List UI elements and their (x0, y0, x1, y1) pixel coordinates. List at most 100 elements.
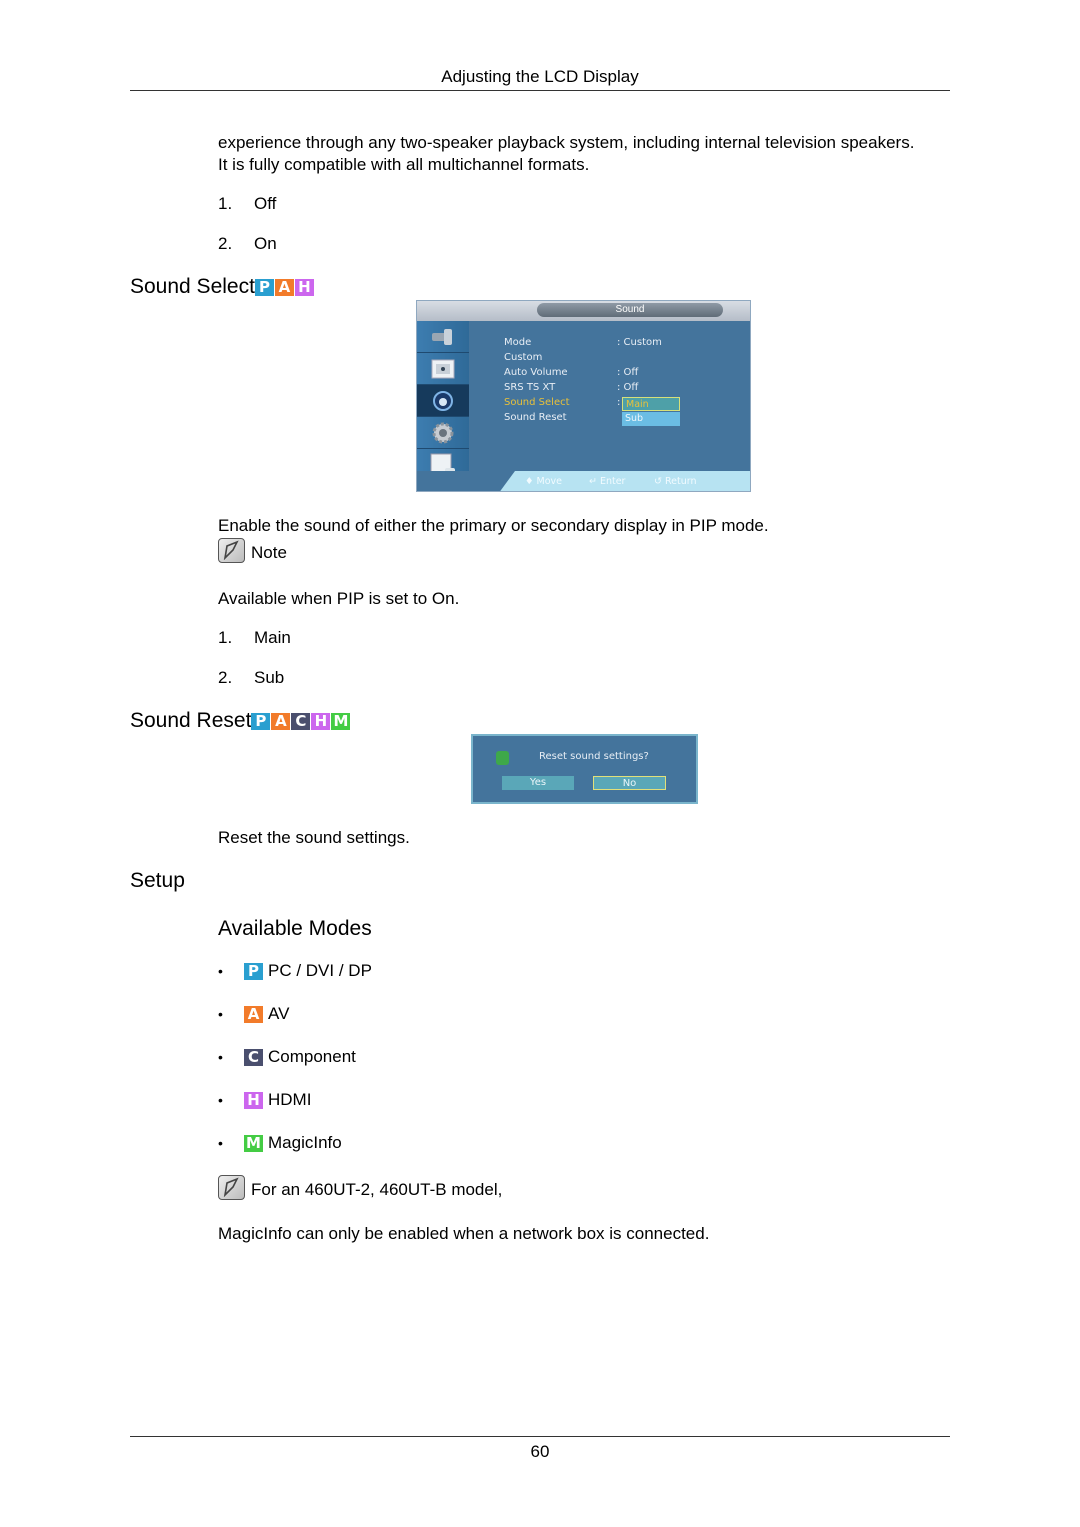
mode-badge-c-icon: C (291, 712, 311, 730)
osd-footer-notch (417, 471, 515, 491)
option-item: 2. On (218, 234, 277, 254)
mode-label: Component (268, 1047, 356, 1066)
osd-return-hint: ↺ Return (654, 476, 697, 487)
mode-label: MagicInfo (268, 1133, 342, 1152)
osd-menu-value: : Custom (617, 337, 662, 348)
dropdown-option-sub[interactable]: Sub (622, 412, 680, 426)
option-label: Off (254, 194, 277, 213)
option-number: 1. (218, 628, 233, 647)
mode-badge-a-icon: A (274, 278, 294, 296)
setup-heading: Setup (130, 869, 185, 892)
no-button[interactable]: No (593, 776, 666, 790)
mode-badge-h-icon: H (294, 278, 314, 296)
dialog-message: Reset sound settings? (539, 751, 649, 762)
intro-paragraph: experience through any two-speaker playb… (218, 132, 914, 176)
mode-label: PC / DVI / DP (268, 961, 372, 980)
osd-menu-value: : Off (617, 367, 639, 378)
osd-move-hint: ♦ Move (525, 476, 562, 487)
osd-menu-item[interactable]: Mode (504, 337, 531, 348)
reset-confirm-dialog: Reset sound settings? Yes No (471, 734, 698, 804)
return-icon: ↺ (654, 476, 662, 487)
magicinfo-note: MagicInfo can only be enabled when a net… (218, 1223, 709, 1245)
enter-icon: ↵ (589, 476, 597, 487)
note-text: Available when PIP is set to On. (218, 589, 460, 608)
bullet: • (218, 1092, 223, 1108)
osd-menu-value: : (617, 397, 621, 408)
mode-badge-p-icon: P (254, 278, 274, 296)
osd-sidebar (417, 321, 469, 481)
page-number: 60 (530, 1442, 550, 1461)
option-item: 2. Sub (218, 668, 284, 688)
sound-icon[interactable] (417, 385, 469, 417)
mode-label: AV (268, 1004, 290, 1023)
mode-badge-h-icon: H (244, 1091, 263, 1109)
osd-menu-value: : Off (617, 382, 639, 393)
intro-line-1: experience through any two-speaker playb… (218, 133, 915, 152)
sound-select-description: Enable the sound of either the primary o… (218, 516, 769, 535)
osd-sound-menu: Sound Mode : Custom Custom Auto Volume : Off… (416, 300, 751, 492)
option-number: 2. (218, 234, 233, 253)
mode-badge-h-icon: H (311, 712, 331, 730)
dropdown-option-main[interactable]: Main (622, 397, 680, 411)
model-note-callout: For an 460UT-2, 460UT-B model, (218, 1175, 502, 1200)
yes-button[interactable]: Yes (502, 776, 574, 790)
note-callout: Note (218, 538, 287, 563)
osd-title: Sound (537, 303, 723, 317)
note-pencil-icon (218, 1175, 245, 1200)
sound-reset-description: Reset the sound settings. (218, 828, 410, 847)
sound-reset-heading: Sound Reset PACHM (130, 709, 351, 733)
osd-menu-item[interactable]: Sound Reset (504, 412, 567, 423)
header-rule (130, 90, 950, 91)
option-number: 2. (218, 668, 233, 687)
osd-title-bar: Sound (417, 301, 750, 321)
enter-label: Enter (599, 476, 626, 487)
model-note-label: For an 460UT-2, 460UT-B model, (251, 1180, 503, 1199)
mode-badges: PACHM (251, 712, 351, 730)
bullet: • (218, 1049, 223, 1065)
intro-line-2: It is fully compatible with all multicha… (218, 155, 590, 174)
mode-list-item: • C Component (218, 1047, 356, 1067)
return-label: Return (664, 476, 697, 487)
bullet: • (218, 1135, 223, 1151)
mode-badge-m-icon: M (331, 712, 351, 730)
mode-list-item: • H HDMI (218, 1090, 311, 1110)
bullet: • (218, 963, 223, 979)
option-label: Main (254, 628, 291, 647)
bullet: • (218, 1006, 223, 1022)
option-label: Sub (254, 668, 285, 687)
footer-rule (130, 1436, 950, 1437)
available-modes-heading: Available Modes (218, 917, 372, 940)
option-item: 1. Off (218, 194, 276, 214)
mode-badge-p-icon: P (251, 712, 271, 730)
osd-menu-item[interactable]: Auto Volume (504, 367, 568, 378)
mode-badge-a-icon: A (244, 1005, 263, 1023)
note-pencil-icon (218, 538, 245, 563)
option-number: 1. (218, 194, 233, 213)
option-item: 1. Main (218, 628, 291, 648)
move-label: Move (536, 476, 563, 487)
option-label: On (254, 234, 277, 253)
magicinfo-term: MagicInfo (218, 1224, 292, 1243)
sound-select-heading: Sound Select PAH (130, 275, 315, 299)
move-arrows-icon: ♦ (525, 476, 534, 487)
image-icon[interactable] (417, 353, 469, 385)
mode-list-item: • M MagicInfo (218, 1133, 342, 1153)
osd-enter-hint: ↵ Enter (589, 476, 625, 487)
running-header: Adjusting the LCD Display (441, 67, 639, 86)
picture-settings-icon[interactable] (417, 321, 469, 353)
setup-gear-icon[interactable] (417, 417, 469, 449)
mode-badges: PAH (254, 278, 315, 296)
mode-list-item: • A AV (218, 1004, 289, 1024)
heading-text: Sound Reset (130, 709, 252, 732)
osd-menu-item[interactable]: Sound Select (504, 397, 570, 408)
osd-menu-item[interactable]: SRS TS XT (504, 382, 555, 393)
note-label: Note (251, 543, 287, 562)
mode-badge-p-icon: P (244, 962, 263, 980)
osd-menu-item[interactable]: Custom (504, 352, 542, 363)
info-icon (496, 751, 509, 765)
mode-badge-c-icon: C (244, 1048, 263, 1066)
mode-list-item: • P PC / DVI / DP (218, 961, 372, 981)
mode-badge-a-icon: A (271, 712, 291, 730)
magicinfo-note-rest: can only be enabled when a network box i… (291, 1224, 710, 1243)
mode-label: HDMI (268, 1090, 312, 1109)
